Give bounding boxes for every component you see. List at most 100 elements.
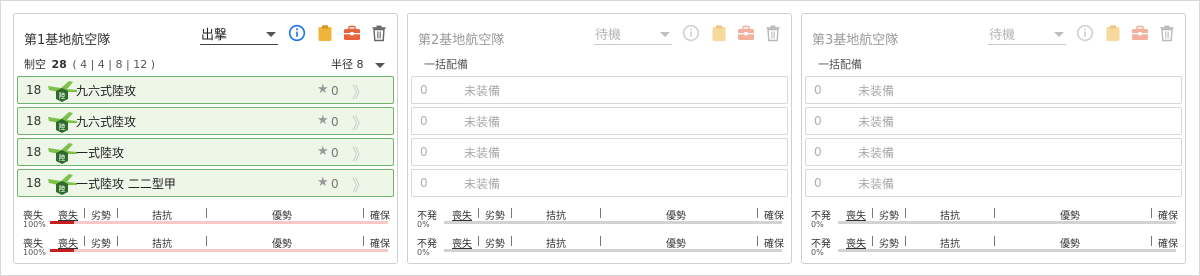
equipment-slots: 0 未装備 0 未装備 0 未装備 0 未装備 [805, 76, 1182, 200]
equipment-slot[interactable]: 18 陸 九六式陸攻 ★ 0 》 [17, 76, 394, 104]
toolbox-icon[interactable] [1131, 24, 1149, 42]
equipment-slot[interactable]: 0 未装備 [411, 76, 788, 104]
bar-inferior-label: 劣勢 [485, 211, 505, 222]
bar-inferior-label: 劣勢 [91, 239, 111, 250]
panel-title: 第2基地航空隊 [418, 33, 505, 48]
chevron-right-icon[interactable]: 》 [352, 110, 368, 134]
slot-count: 0 [814, 176, 822, 190]
info-icon[interactable] [682, 24, 700, 42]
bulk-assign-button[interactable]: 一括配備 [818, 56, 862, 72]
bar-divider [117, 236, 118, 246]
equipment-slots: 18 陸 九六式陸攻 ★ 0 》 18 陸 九六式陸攻 ★ 0 》 18 陸 一… [17, 76, 394, 200]
bar-divider [872, 236, 873, 246]
bar-loss-label: 喪失 [846, 211, 866, 222]
bar-loss-label: 喪失 [58, 239, 78, 250]
bar-divider [478, 208, 479, 218]
bar-loss-label: 喪失 [846, 239, 866, 250]
equipment-slot[interactable]: 18 陸 一式陸攻 ★ 0 》 [17, 138, 394, 166]
slot-count: 0 [814, 83, 822, 97]
chevron-down-icon [266, 32, 276, 37]
equipment-slot[interactable]: 18 陸 一式陸攻 二二型甲 ★ 0 》 [17, 169, 394, 197]
mode-select[interactable]: 出撃 [200, 23, 278, 45]
radius-select[interactable]: 半径 8 [331, 56, 385, 72]
bar-divider [757, 236, 758, 246]
bar-divider [511, 208, 512, 218]
clipboard-icon[interactable] [316, 24, 334, 42]
air-state-bar: 不発 喪失 劣勢 拮抗 優勢 確保 0% [415, 206, 790, 230]
equipment-name: 一式陸攻 [76, 146, 125, 160]
trash-icon[interactable] [764, 24, 782, 42]
radius-label: 半径 [331, 58, 353, 71]
bar-supremacy-label: 確保 [764, 239, 784, 250]
equipment-slot[interactable]: 0 未装備 [411, 107, 788, 135]
bar-parity-label: 拮抗 [940, 239, 960, 250]
chevron-right-icon[interactable]: 》 [352, 79, 368, 103]
slot-count: 0 [814, 114, 822, 128]
equipment-name: 未装備 [858, 115, 895, 129]
mode-select-value: 出撃 [201, 28, 228, 43]
slot-count: 0 [814, 145, 822, 159]
slot-count: 18 [26, 176, 42, 190]
bar-superior-label: 優勢 [666, 239, 686, 250]
bar-inferior-label: 劣勢 [879, 211, 899, 222]
plane-icon: 陸 [45, 171, 79, 197]
bar-supremacy-label: 確保 [370, 211, 390, 222]
air-power-value: 28 [51, 58, 67, 71]
equipment-slot[interactable]: 0 未装備 [805, 107, 1182, 135]
equipment-slot[interactable]: 0 未装備 [805, 138, 1182, 166]
bar-track [444, 221, 782, 224]
bar-parity-label: 拮抗 [152, 211, 172, 222]
trash-icon[interactable] [370, 24, 388, 42]
trash-icon[interactable] [1158, 24, 1176, 42]
clipboard-icon[interactable] [710, 24, 728, 42]
equipment-slot[interactable]: 0 未装備 [411, 169, 788, 197]
bar-percent: 100% [23, 248, 46, 257]
base-air-corps-view: 第1基地航空隊 出撃 制空 28 ( 4 | 4 | 8 | 12 ) 半径 8… [0, 0, 1200, 276]
air-state-bar: 不発 喪失 劣勢 拮抗 優勢 確保 0% [415, 234, 790, 258]
bar-percent: 0% [417, 248, 430, 257]
equipment-slot[interactable]: 0 未装備 [805, 76, 1182, 104]
bar-divider [206, 236, 207, 246]
equipment-name: 未装備 [858, 84, 895, 98]
mode-select-value: 待機 [989, 28, 1016, 43]
equipment-slot[interactable]: 18 陸 九六式陸攻 ★ 0 》 [17, 107, 394, 135]
equipment-slot[interactable]: 0 未装備 [411, 138, 788, 166]
radius-value: 8 [356, 58, 364, 71]
bar-inferior-label: 劣勢 [91, 211, 111, 222]
chevron-down-icon [375, 62, 385, 68]
bar-divider [1151, 236, 1152, 246]
toolbox-icon[interactable] [737, 24, 755, 42]
clipboard-icon[interactable] [1104, 24, 1122, 42]
equipment-name: 未装備 [858, 146, 895, 160]
air-power-label: 制空 [24, 58, 46, 71]
plane-icon: 陸 [45, 78, 79, 104]
bulk-assign-button[interactable]: 一括配備 [424, 56, 468, 72]
equipment-name: 九六式陸攻 [76, 115, 137, 129]
bar-divider [600, 236, 601, 246]
toolbox-icon[interactable] [343, 24, 361, 42]
bar-divider [84, 208, 85, 218]
info-icon[interactable] [288, 24, 306, 42]
slot-count: 18 [26, 83, 42, 97]
bar-divider [478, 236, 479, 246]
equipment-slot[interactable]: 0 未装備 [805, 169, 1182, 197]
mode-select-value: 待機 [595, 28, 622, 43]
svg-text:陸: 陸 [59, 91, 66, 100]
mode-select[interactable]: 待機 [988, 23, 1066, 45]
chevron-right-icon[interactable]: 》 [352, 172, 368, 196]
bar-supremacy-label: 確保 [1158, 239, 1178, 250]
equipment-name: 未装備 [858, 177, 895, 191]
bar-track [838, 221, 1176, 224]
info-icon[interactable] [1076, 24, 1094, 42]
equipment-name: 未装備 [464, 177, 501, 191]
air-state-bar: 喪失 喪失 劣勢 拮抗 優勢 確保 100% [21, 234, 396, 258]
bar-supremacy-label: 確保 [764, 211, 784, 222]
chevron-right-icon[interactable]: 》 [352, 141, 368, 165]
bar-superior-label: 優勢 [272, 211, 292, 222]
bar-divider [600, 208, 601, 218]
bar-divider [905, 236, 906, 246]
bar-inferior-label: 劣勢 [485, 239, 505, 250]
mode-select[interactable]: 待機 [594, 23, 672, 45]
bar-superior-label: 優勢 [272, 239, 292, 250]
equipment-name: 未装備 [464, 146, 501, 160]
